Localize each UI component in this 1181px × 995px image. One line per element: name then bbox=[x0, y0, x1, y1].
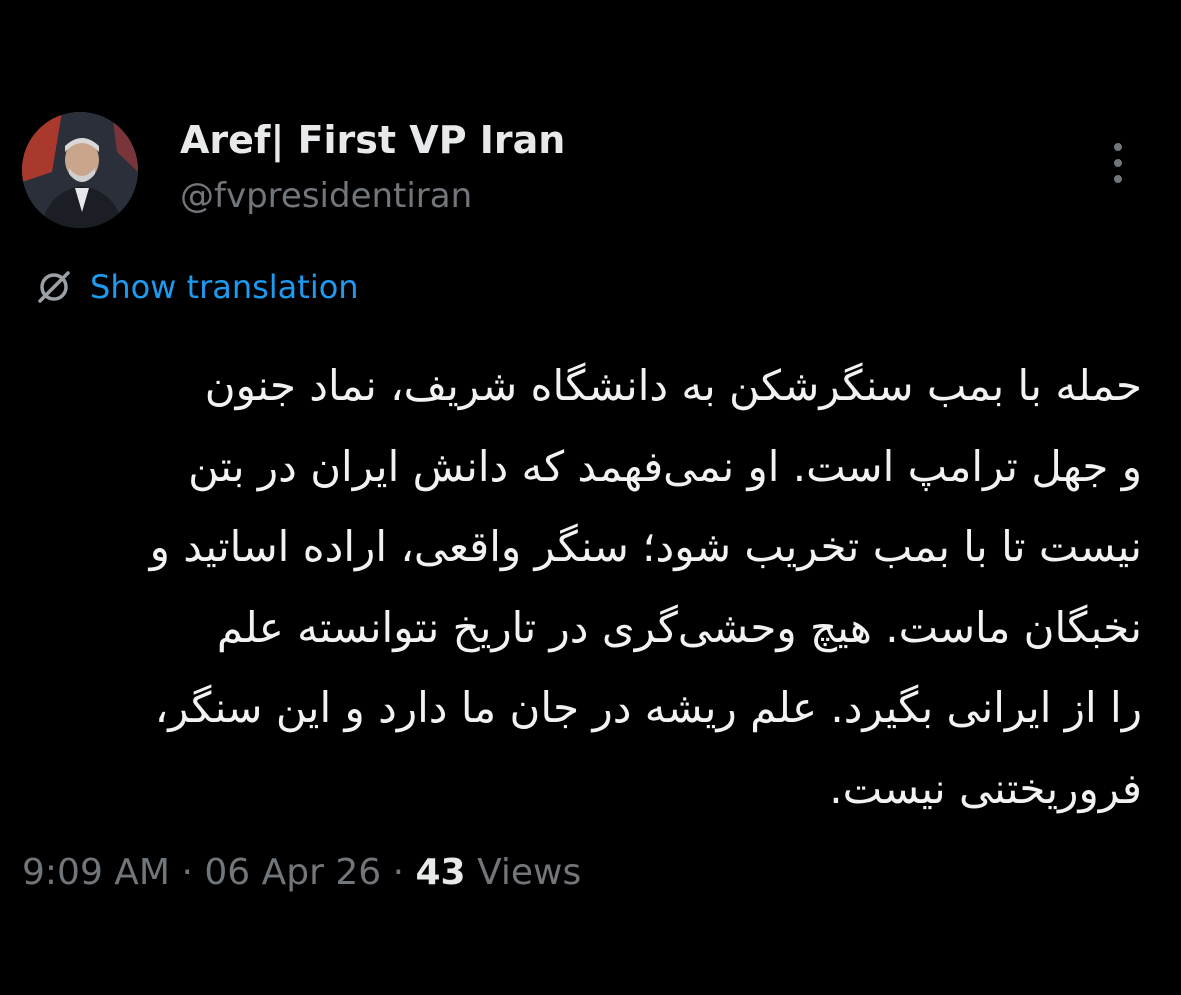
avatar-photo-icon bbox=[22, 112, 138, 228]
views-label[interactable]: Views bbox=[477, 852, 581, 893]
tweet-body: حمله با بمب سنگرشکن به دانشگاه شریف، نما… bbox=[22, 346, 1142, 829]
tweet-card: Aref| First VP Iran @fvpresidentiran Sho… bbox=[0, 0, 1181, 995]
vertical-ellipsis-icon bbox=[1114, 143, 1122, 183]
more-options-button[interactable] bbox=[1098, 138, 1138, 188]
tweet-text-line: حمله با بمب سنگرشکن به دانشگاه شریف، نما… bbox=[204, 361, 1142, 410]
translate-globe-slash-icon bbox=[34, 267, 74, 307]
show-translation-label[interactable]: Show translation bbox=[90, 268, 359, 306]
meta-separator: · bbox=[181, 852, 193, 893]
views-count[interactable]: 43 bbox=[416, 852, 466, 893]
tweet-metadata: 9:09 AM · 06 Apr 26 · 43 Views bbox=[22, 852, 581, 893]
tweet-text-line: را از ایرانی بگیرد. علم ریشه در جان ما د… bbox=[154, 683, 1142, 732]
tweet-date[interactable]: 06 Apr 26 bbox=[204, 852, 381, 893]
author-handle[interactable]: @fvpresidentiran bbox=[180, 176, 472, 216]
show-translation-button[interactable]: Show translation bbox=[34, 264, 359, 310]
tweet-text-line: نخبگان ماست. هیچ وحشی‌گری در تاریخ نتوان… bbox=[216, 602, 1142, 652]
author-display-name[interactable]: Aref| First VP Iran bbox=[180, 118, 565, 162]
tweet-text-line: و جهل ترامپ است. او نمی‌فهمد که دانش ایر… bbox=[188, 441, 1142, 491]
meta-separator: · bbox=[392, 852, 405, 893]
tweet-text-line: نیست تا با بمب تخریب شود؛ سنگر واقعی، ار… bbox=[149, 522, 1142, 571]
tweet-time[interactable]: 9:09 AM bbox=[22, 852, 170, 893]
author-avatar[interactable] bbox=[22, 112, 138, 228]
tweet-text-line: فروریختنی نیست. bbox=[829, 763, 1142, 813]
